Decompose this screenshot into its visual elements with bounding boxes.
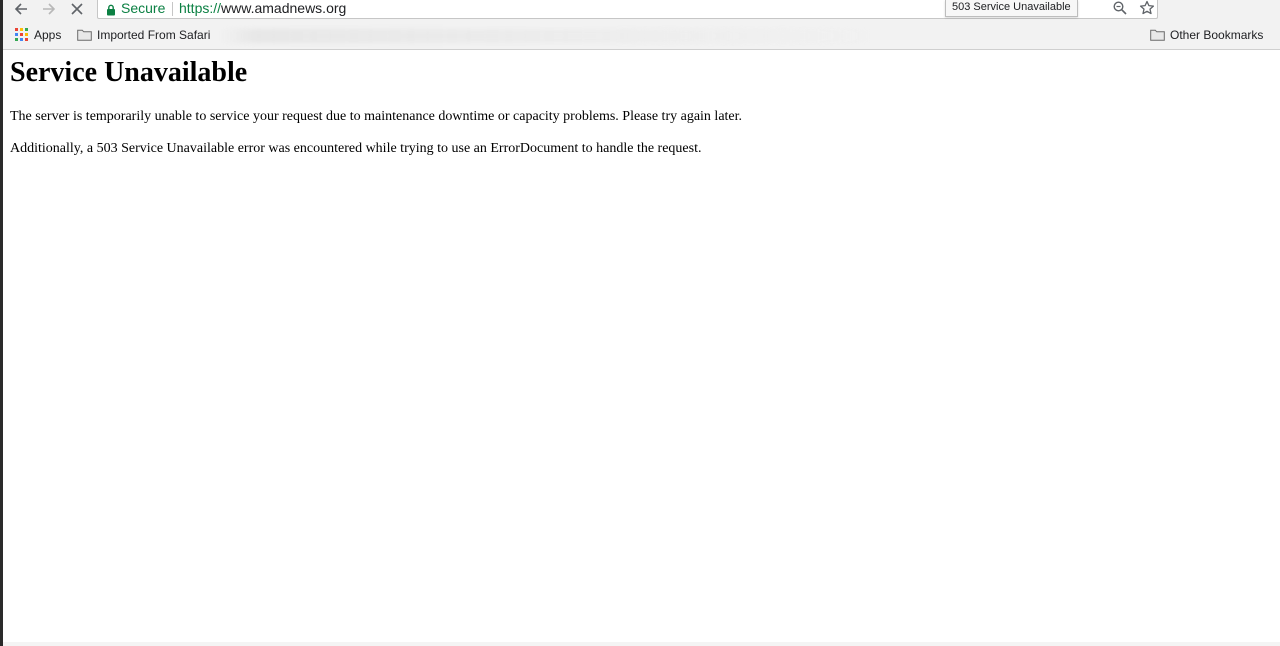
- bookmark-folder-imported[interactable]: Imported From Safari: [77, 24, 219, 46]
- arrow-right-icon: [43, 3, 56, 15]
- bookmarks-bar: Apps Imported From Safari Other Bookmark…: [3, 24, 1280, 48]
- forward-button[interactable]: [39, 0, 59, 18]
- bookmark-folder-other[interactable]: Other Bookmarks: [1150, 24, 1263, 46]
- back-button[interactable]: [11, 0, 31, 18]
- error-message: The server is temporarily unable to serv…: [10, 109, 743, 124]
- error-document-message: Additionally, a 503 Service Unavailable …: [10, 141, 702, 156]
- folder-icon: [77, 29, 92, 41]
- browser-toolbar: Secure https://www.amadnews.org 503 Serv…: [3, 0, 1280, 20]
- browser-chrome: Secure https://www.amadnews.org 503 Serv…: [3, 0, 1280, 50]
- lock-icon: [106, 3, 116, 21]
- apps-grid-icon: [15, 28, 29, 42]
- window-bottom-edge: [3, 642, 1280, 646]
- desktop-edge: [0, 0, 3, 646]
- page-title: Service Unavailable: [10, 57, 248, 88]
- address-bar[interactable]: Secure https://www.amadnews.org 503 Serv…: [97, 0, 1158, 19]
- url-scheme: https://: [179, 0, 222, 16]
- blurred-bookmarks: [221, 29, 881, 43]
- bookmark-apps[interactable]: Apps: [15, 24, 61, 46]
- stop-loading-button[interactable]: [67, 0, 87, 18]
- zoom-icon[interactable]: [1113, 1, 1127, 20]
- secure-label[interactable]: Secure: [121, 0, 165, 16]
- tab-title-tooltip: 503 Service Unavailable: [945, 0, 1078, 17]
- url-text[interactable]: https://www.amadnews.org: [179, 0, 346, 16]
- bookmark-folder-imported-label: Imported From Safari: [97, 28, 211, 42]
- arrow-left-icon: [14, 3, 27, 15]
- bookmark-apps-label: Apps: [34, 28, 62, 42]
- url-host: www.amadnews.org: [221, 0, 347, 16]
- folder-icon: [1150, 29, 1165, 41]
- bookmark-star-icon[interactable]: [1139, 0, 1155, 21]
- bookmark-folder-other-label: Other Bookmarks: [1170, 28, 1264, 42]
- close-icon: [71, 3, 83, 15]
- omnibox-divider: [172, 2, 173, 16]
